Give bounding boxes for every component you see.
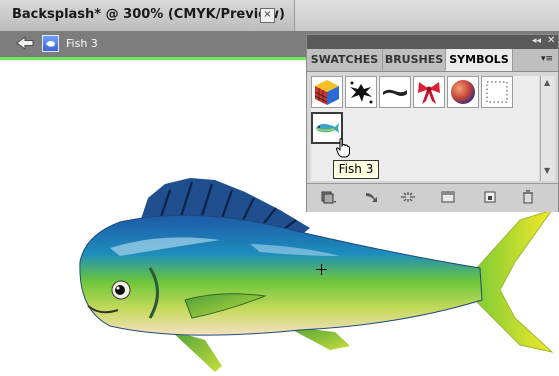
brush-stroke-symbol[interactable] xyxy=(379,76,411,108)
tab-swatches[interactable]: SWATCHES xyxy=(307,49,383,70)
cube-symbol[interactable] xyxy=(311,76,343,108)
document-tab-bar: Backsplash* @ 300% (CMYK/Preview) × xyxy=(0,0,559,31)
break-link-icon[interactable] xyxy=(399,189,417,205)
hand-cursor-icon xyxy=(336,138,350,158)
collapse-icon[interactable]: ◂◂ xyxy=(532,36,541,46)
panel-menu-icon[interactable]: ▾≡ xyxy=(541,54,553,64)
symbol-icon xyxy=(42,35,59,52)
symbol-libraries-icon[interactable] xyxy=(319,189,337,205)
symbol-options-icon[interactable] xyxy=(439,189,457,205)
sphere-symbol[interactable] xyxy=(447,76,479,108)
panel-footer xyxy=(307,183,558,212)
panel-header[interactable]: ◂◂ ✕ xyxy=(307,35,558,49)
close-tab-icon[interactable]: × xyxy=(260,8,275,23)
tab-symbols[interactable]: SYMBOLS xyxy=(446,49,513,71)
ribbon-bow-symbol[interactable] xyxy=(413,76,445,108)
breadcrumb-label[interactable]: Fish 3 xyxy=(66,37,98,50)
splatter-symbol[interactable] xyxy=(345,76,377,108)
document-tab-title: Backsplash* @ 300% (CMYK/Preview) xyxy=(12,7,285,22)
tab-brushes[interactable]: BRUSHES xyxy=(383,49,446,70)
new-symbol-icon[interactable] xyxy=(481,189,499,205)
crosshair-cursor-icon xyxy=(316,264,327,275)
document-tab[interactable]: Backsplash* @ 300% (CMYK/Preview) × xyxy=(0,0,295,31)
dotted-frame-symbol[interactable] xyxy=(481,76,513,108)
symbol-tooltip: Fish 3 xyxy=(333,160,379,179)
symbols-panel: ◂◂ ✕ SWATCHES BRUSHES SYMBOLS ▾≡ ▲ ▼ xyxy=(306,34,559,212)
scroll-up-icon[interactable]: ▲ xyxy=(544,78,550,87)
back-arrow-icon[interactable] xyxy=(16,36,34,50)
delete-symbol-icon[interactable] xyxy=(519,189,537,205)
panel-tabs: SWATCHES BRUSHES SYMBOLS ▾≡ xyxy=(307,49,558,72)
close-icon[interactable]: ✕ xyxy=(547,35,555,46)
grid-scrollbar[interactable]: ▲ ▼ xyxy=(540,76,555,181)
place-symbol-icon[interactable] xyxy=(363,189,381,205)
scroll-down-icon[interactable]: ▼ xyxy=(544,166,550,175)
